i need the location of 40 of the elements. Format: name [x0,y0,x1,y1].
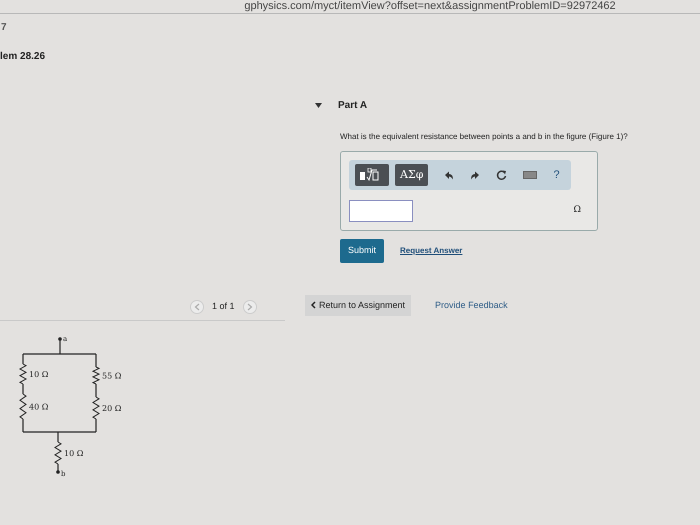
resistor [54,442,62,464]
terminal-dot [58,337,62,341]
undo-icon [444,170,454,180]
help-button[interactable]: ? [553,166,560,184]
resistance-label: 40 Ω [29,402,48,412]
chevron-left-icon [194,303,200,311]
submit-button[interactable]: Submit [340,239,384,262]
symbols-button[interactable]: ΑΣφ [395,164,428,186]
chevron-right-icon [246,303,253,311]
redo-icon [470,170,480,180]
part-title[interactable]: Part A [338,98,368,113]
return-button[interactable]: Return to Assignment [305,294,412,316]
resistance-label: 55 Ω [102,372,122,380]
resistor [92,396,100,420]
terminal-dot [56,470,60,474]
resistor [19,394,27,420]
caret-icon[interactable] [315,102,322,109]
page-indicator: 1 of 1 [212,300,235,314]
question-text: What is the equivalent resistance between points a and b in the figure (Figure 1)? [340,131,629,143]
resistance-label: 10 Ω [64,449,84,458]
resistance-label: 20 Ω [102,404,122,413]
keyboard-button[interactable] [523,171,538,179]
feedback-link[interactable]: Provide Feedback [435,298,508,312]
chevron-left-icon [311,301,316,310]
template-button[interactable] [355,164,389,186]
redo-button[interactable] [470,170,480,180]
request-answer-link[interactable]: Request Answer [400,244,462,257]
resistor [92,366,100,384]
reset-icon [496,170,508,180]
answer-field[interactable] [349,200,413,222]
undo-button[interactable] [444,170,454,180]
keyboard-icon [523,171,538,179]
item-title: lem 28.26 [0,51,46,62]
resistor [18,364,28,384]
resistance-label: 10 Ω [29,370,48,379]
address-url[interactable]: gphysics.com/myct/itemView?offset=next&assignmentProblemID=92972462 [244,0,616,12]
page-number: 7 [1,22,7,33]
reset-button[interactable] [496,170,508,180]
unit-label: Ω [574,204,581,218]
figure-link[interactable]: Figure 1 [591,132,621,141]
